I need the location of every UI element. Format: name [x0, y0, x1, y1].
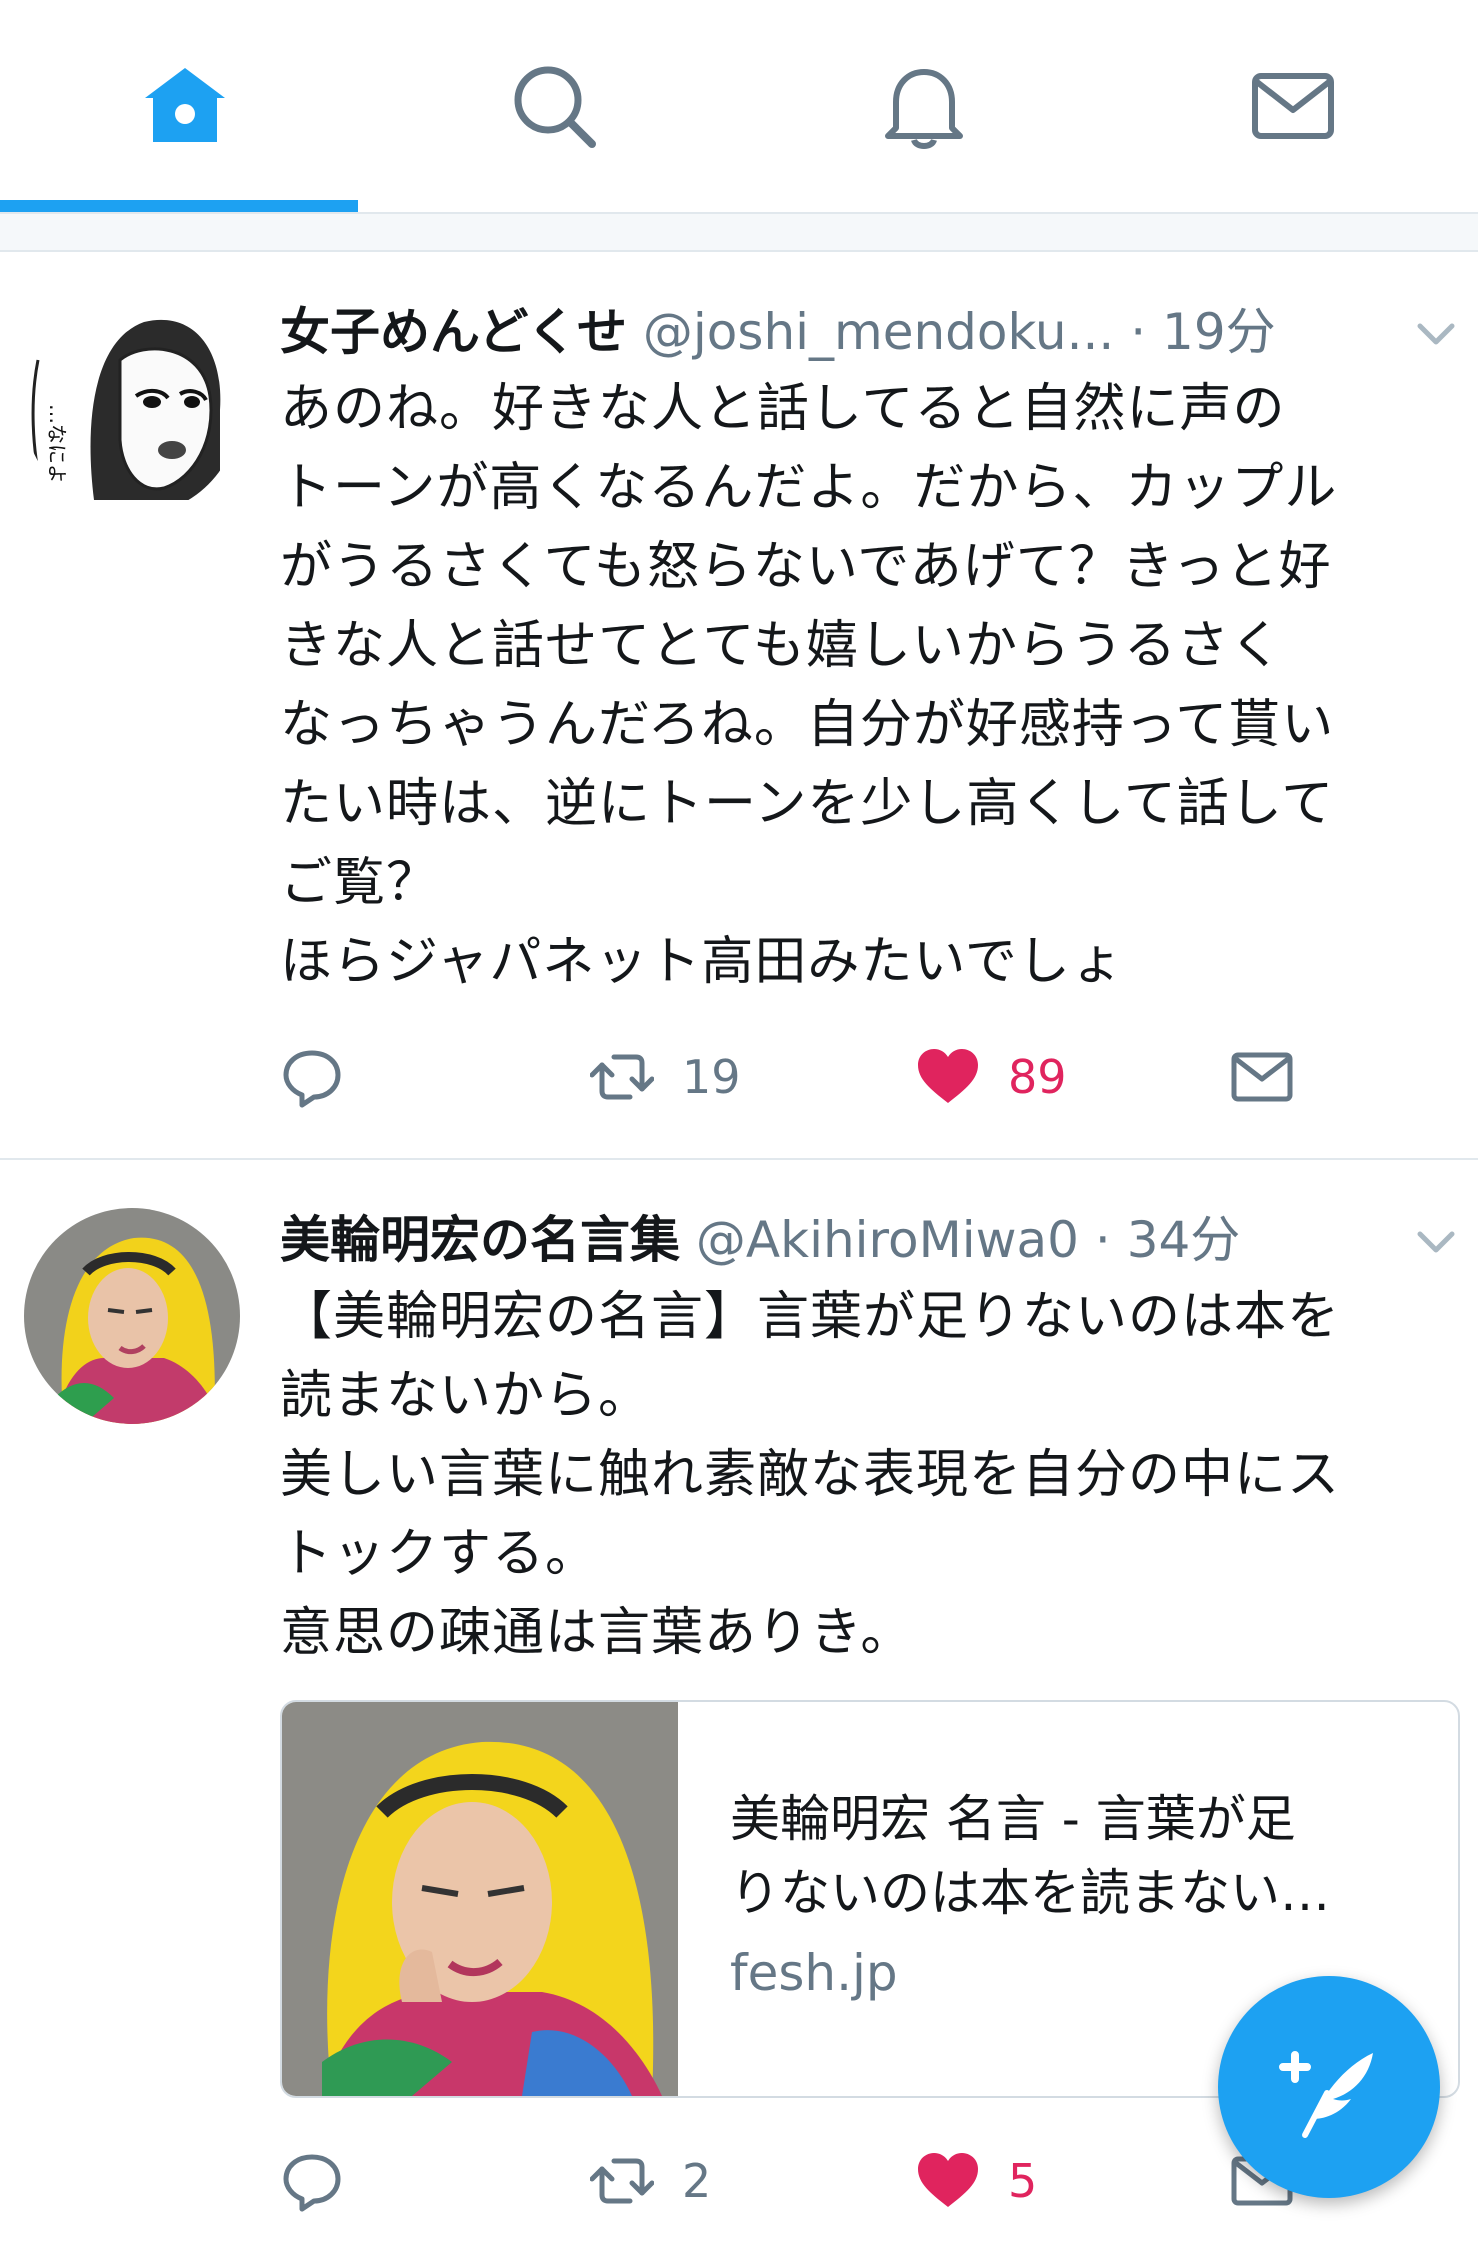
separator-dot: · — [1094, 1211, 1111, 1269]
reply-button[interactable] — [280, 2136, 372, 2226]
manga-woman-avatar: …なによ — [24, 300, 240, 516]
card-domain: fesh.jp — [730, 1944, 898, 2002]
tab-search[interactable] — [369, 0, 738, 212]
tab-notifications[interactable] — [739, 0, 1108, 212]
svg-text:…なによ: …なによ — [45, 404, 69, 484]
timestamp[interactable]: 19分 — [1162, 303, 1276, 361]
home-icon — [144, 68, 225, 142]
separator-dot: · — [1130, 303, 1147, 361]
retweet-button[interactable]: 19 — [590, 1032, 741, 1122]
tweet-action-bar: 19 89 — [280, 1032, 1440, 1122]
reply-button[interactable] — [280, 1032, 372, 1122]
reply-icon — [283, 2154, 341, 2212]
bell-icon — [884, 69, 963, 149]
avatar[interactable] — [24, 1208, 240, 1424]
card-title: 美輪明宏 名言 - 言葉が足 りないのは本を読まない… — [730, 1790, 1330, 1922]
like-count: 5 — [1008, 2154, 1038, 2208]
reply-icon — [283, 1050, 341, 1108]
tweet-text: 【美輪明宏の名言】言葉が足りないのは本を 読まないから。 美しい言葉に触れ素敵な… — [280, 1287, 1341, 1663]
tweet-header: 美輪明宏の名言集 @AkihiroMiwa0 · 34分 — [280, 1204, 1410, 1276]
envelope-icon — [1251, 73, 1334, 139]
chevron-down-icon[interactable] — [1410, 308, 1462, 360]
card-thumbnail — [282, 1702, 678, 2096]
search-icon — [514, 66, 596, 148]
envelope-icon — [1231, 1052, 1293, 1102]
retweet-count: 19 — [682, 1050, 741, 1104]
timeline-divider — [0, 214, 1478, 252]
yellow-hair-portrait-image — [282, 1702, 678, 2096]
like-count: 89 — [1008, 1050, 1067, 1104]
tweet-text: あのね。好きな人と話してると自然に声の トーンが高くなるんだよ。だから、カップル… — [280, 379, 1338, 992]
tweet[interactable]: …なによ 女子めんどくせ @joshi_mendoku... · 19分 あのね… — [0, 252, 1478, 1160]
yellow-hair-portrait-avatar — [24, 1208, 240, 1424]
like-button[interactable]: 5 — [916, 2136, 1037, 2226]
direct-message-button[interactable] — [1230, 1032, 1294, 1122]
user-handle[interactable]: @AkihiroMiwa0 — [696, 1211, 1079, 1269]
chevron-down-icon[interactable] — [1410, 1216, 1462, 1268]
active-tab-indicator — [0, 200, 358, 212]
heart-icon — [918, 1049, 978, 1103]
retweet-count: 2 — [682, 2154, 712, 2208]
timestamp[interactable]: 34分 — [1127, 1211, 1241, 1269]
retweet-button[interactable]: 2 — [590, 2136, 711, 2226]
compose-tweet-button[interactable] — [1218, 1976, 1440, 2198]
top-navigation-bar — [0, 0, 1478, 214]
avatar[interactable]: …なによ — [24, 300, 240, 516]
heart-icon — [918, 2153, 978, 2207]
like-button[interactable]: 89 — [916, 1032, 1067, 1122]
tab-home[interactable] — [0, 0, 369, 212]
display-name[interactable]: 女子めんどくせ — [280, 303, 627, 361]
tab-messages[interactable] — [1108, 0, 1477, 212]
tweet-header: 女子めんどくせ @joshi_mendoku... · 19分 — [280, 296, 1410, 368]
retweet-icon — [590, 2158, 654, 2204]
compose-tweet-icon — [1279, 2051, 1373, 2138]
retweet-icon — [590, 1054, 654, 1100]
display-name[interactable]: 美輪明宏の名言集 — [280, 1211, 680, 1269]
user-handle[interactable]: @joshi_mendoku... — [643, 303, 1114, 361]
